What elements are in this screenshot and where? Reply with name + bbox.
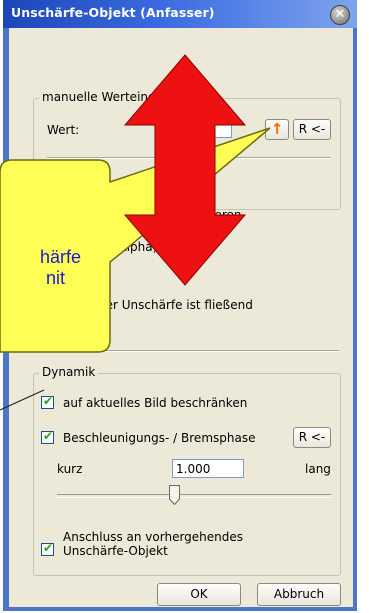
ok-button[interactable]: OK — [157, 583, 241, 606]
close-button[interactable]: ✕ — [330, 5, 350, 25]
short-label: kurz — [57, 462, 83, 476]
slider-track[interactable] — [57, 494, 331, 498]
options-separator — [33, 350, 339, 352]
flow-option-text: der Unschärfe ist fließend — [98, 298, 253, 312]
check-icon: ✔ — [43, 394, 54, 408]
accel-checkbox[interactable]: ✔ — [41, 429, 54, 444]
check-icon: ✔ — [43, 541, 54, 555]
title-bar[interactable]: Unschärfe-Objekt (Anfasser) ✕ — [3, 0, 357, 28]
slider-thumb[interactable] — [169, 485, 180, 506]
arrow-up-button[interactable]: ↑ — [265, 119, 289, 140]
dynamics-group-label: Dynamik — [39, 365, 99, 379]
manual-group-label: manuelle Werteingabe — [39, 90, 181, 104]
dynamics-reset-button[interactable]: R <- — [293, 427, 331, 448]
flow-option-text-2: r. — [98, 314, 106, 328]
slider-thumb-icon — [169, 485, 180, 506]
manual-reset-button[interactable]: R <- — [293, 119, 331, 140]
close-icon: ✕ — [334, 7, 346, 22]
accel-label: Beschleunigungs- / Bremsphase — [63, 431, 256, 445]
long-label: lang — [305, 462, 331, 476]
effect-option-text: Effekt zu Darstellungsg eren — [71, 208, 242, 222]
dialog-client: manuelle Werteingabe Wert: 21.80 ↑ R <- … — [9, 28, 353, 607]
check-icon: ✔ — [43, 429, 54, 443]
connect-label-2: Unschärfe-Objekt — [63, 544, 168, 558]
alpha-option-text: en (Alpha) erhalten — [95, 240, 212, 254]
arrow-up-icon: ↑ — [270, 120, 284, 138]
value-label: Wert: — [47, 123, 80, 137]
limit-checkbox[interactable]: ✔ — [41, 394, 54, 409]
window-title: Unschärfe-Objekt (Anfasser) — [11, 5, 215, 20]
dynamics-value-input[interactable]: 1.000 — [172, 459, 244, 478]
limit-label: auf aktuelles Bild beschränken — [63, 396, 248, 410]
value-input[interactable]: 21.80 — [172, 119, 232, 138]
manual-input-group — [33, 98, 341, 210]
cancel-button[interactable]: Abbruch — [257, 583, 341, 606]
connect-label-1: Anschluss an vorhergehendes — [63, 530, 244, 544]
connect-checkbox[interactable]: ✔ — [41, 541, 54, 556]
manual-separator — [47, 157, 331, 159]
callout-text-2: nit — [46, 268, 66, 288]
callout-text-1: härfe — [40, 247, 82, 267]
